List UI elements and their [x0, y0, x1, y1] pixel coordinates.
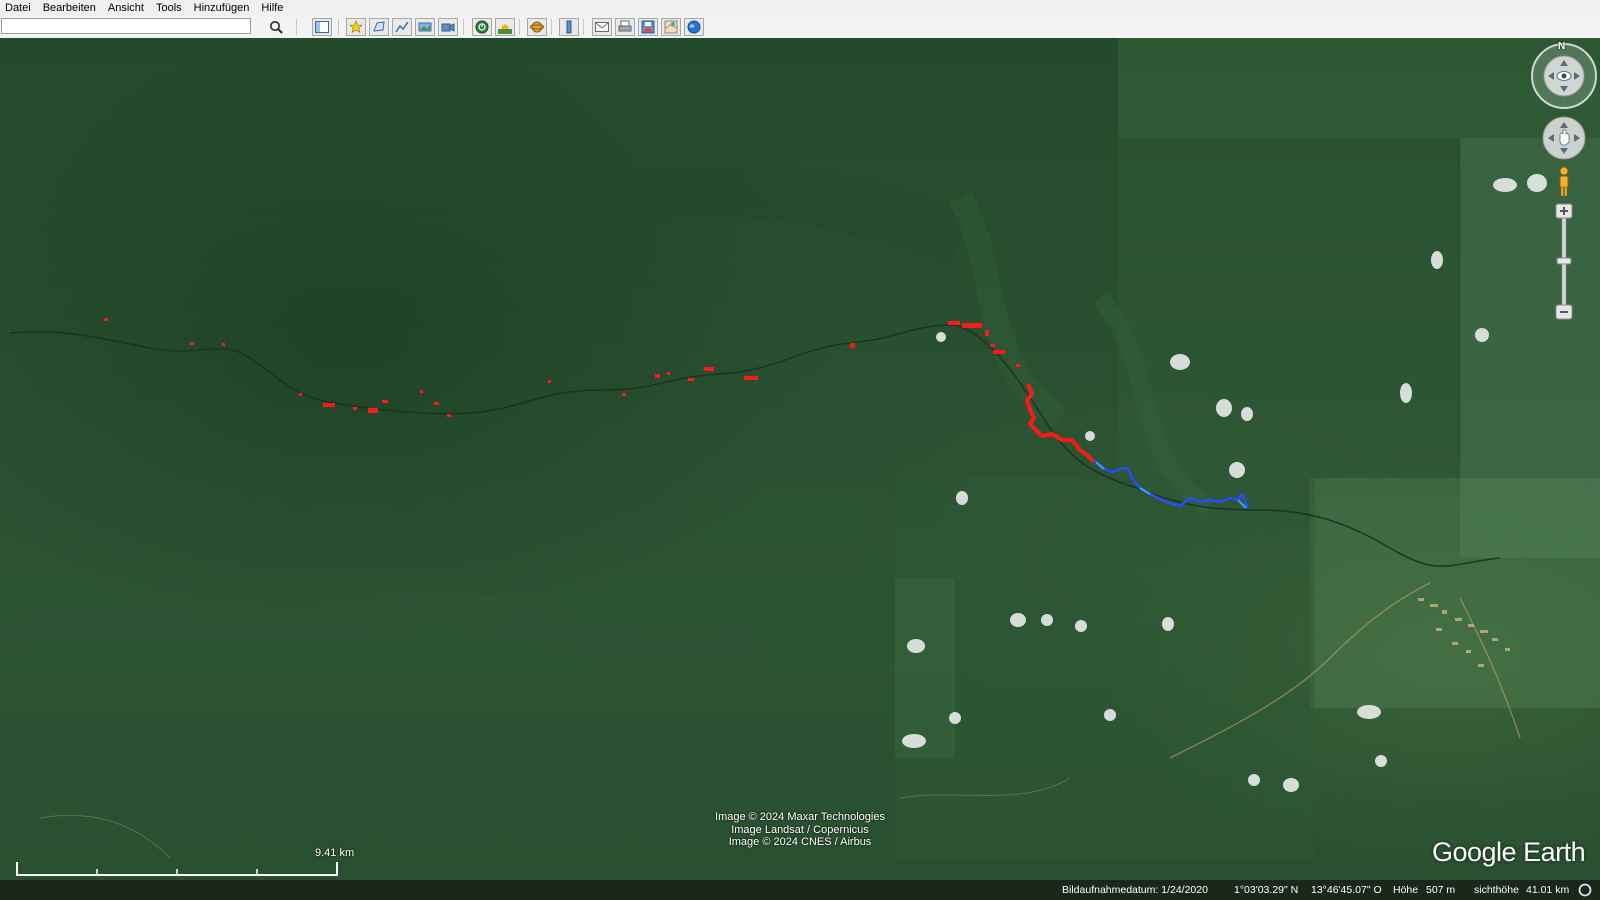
menu-file[interactable]: Datei: [0, 0, 37, 16]
historical-imagery-button[interactable]: [472, 18, 492, 36]
email-icon: [595, 22, 609, 32]
placemark-icon: [349, 20, 363, 34]
switch-to-sky-icon: [530, 21, 544, 33]
scale-bar: [16, 862, 338, 876]
eye-altitude-label: sichthöhe: [1474, 884, 1519, 896]
toolbar-divider: [296, 19, 297, 35]
ruler-button[interactable]: [559, 18, 579, 36]
latitude-readout: 1°03'03.29" N: [1234, 884, 1299, 896]
zoom-slider[interactable]: [1554, 203, 1574, 321]
search-button[interactable]: [266, 18, 286, 36]
gps-track-overlay: [104, 318, 1250, 509]
menu-view[interactable]: Ansicht: [102, 0, 150, 16]
toolbar-divider: [463, 19, 464, 35]
add-path-button[interactable]: [392, 18, 412, 36]
attribution-line: Image © 2024 Maxar Technologies: [715, 811, 885, 823]
attribution-line: Image © 2024 CNES / Airbus: [728, 836, 872, 848]
toolbar-divider: [551, 19, 552, 35]
compass-north-label: N: [1558, 41, 1566, 52]
imagery-date: Bildaufnahmedatum: 1/24/2020: [1062, 884, 1208, 896]
toolbar-divider: [338, 19, 339, 35]
view-in-maps-button[interactable]: [661, 18, 681, 36]
record-tour-button[interactable]: [438, 18, 458, 36]
image-overlay-icon: [418, 22, 432, 32]
earth-button[interactable]: [684, 18, 704, 36]
attribution-line: Image Landsat / Copernicus: [731, 823, 869, 836]
add-placemark-button[interactable]: [346, 18, 366, 36]
eye-altitude-value: 41.01 km: [1526, 884, 1570, 896]
look-around-control[interactable]: [1530, 42, 1598, 110]
email-button[interactable]: [592, 18, 612, 36]
record-tour-icon: [441, 23, 455, 32]
save-image-button[interactable]: [638, 18, 658, 36]
elevation-value: 507 m: [1426, 884, 1456, 896]
search-input[interactable]: [1, 18, 251, 34]
historical-imagery-icon: [475, 20, 489, 34]
menu-edit[interactable]: Bearbeiten: [37, 0, 102, 16]
elevation-label: Höhe: [1393, 884, 1419, 896]
blue-track-line: [1093, 459, 1250, 509]
sidebar-toggle-icon: [315, 21, 329, 33]
save-image-icon: [641, 20, 655, 34]
earth-icon: [687, 20, 701, 34]
status-bar: Bildaufnahmedatum: 1/24/2020 1°03'03.29"…: [0, 880, 1600, 900]
add-polygon-button[interactable]: [369, 18, 389, 36]
menu-add[interactable]: Hinzufügen: [188, 0, 256, 16]
streaming-indicator-icon: [1578, 883, 1592, 897]
toolbar-divider: [519, 19, 520, 35]
add-image-overlay-button[interactable]: [415, 18, 435, 36]
print-button[interactable]: [615, 18, 635, 36]
red-track-points: [104, 318, 1020, 417]
imagery-attribution: Image © 2024 Maxar Technologies Image La…: [0, 811, 1600, 849]
magnifier-icon: [270, 21, 283, 34]
sunlight-button[interactable]: [495, 18, 515, 36]
menu-help[interactable]: Hilfe: [255, 0, 289, 16]
menu-tools[interactable]: Tools: [150, 0, 188, 16]
scale-label: 9.41 km: [315, 847, 355, 859]
sidebar-toggle-button[interactable]: [312, 18, 332, 36]
longitude-readout: 13°46'45.07" O: [1311, 884, 1382, 896]
google-earth-logo: Google Earth: [1432, 837, 1586, 867]
sunlight-icon: [498, 24, 512, 34]
red-track-line: [1025, 383, 1096, 464]
polygon-icon: [373, 21, 385, 32]
toolbar: [0, 16, 1600, 39]
ruler-icon: [566, 20, 572, 34]
map-view[interactable]: N Image © 2024 Maxar Technologies Image …: [0, 38, 1600, 900]
path-icon: [395, 21, 409, 33]
menu-bar: Datei Bearbeiten Ansicht Tools Hinzufüge…: [0, 0, 1600, 16]
view-in-maps-icon: [664, 20, 678, 34]
switch-to-sky-button[interactable]: [527, 18, 547, 36]
zoom-handle: [1556, 257, 1572, 265]
street-view-pegman-icon[interactable]: [1554, 166, 1574, 198]
print-icon: [618, 20, 632, 32]
move-control[interactable]: [1542, 116, 1586, 160]
toolbar-divider: [583, 19, 584, 35]
